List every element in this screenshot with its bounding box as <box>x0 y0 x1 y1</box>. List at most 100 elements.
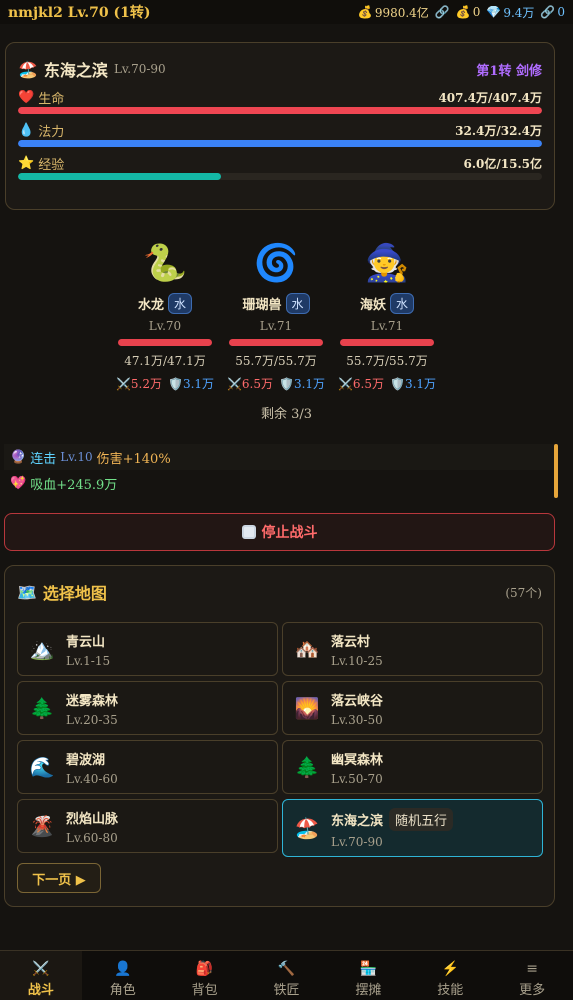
element-badge: 水 <box>285 292 310 314</box>
log-scrollbar[interactable] <box>554 444 558 498</box>
beach-icon: 🏖️ <box>18 59 38 79</box>
zone-level-range: Lv.70-90 <box>113 62 166 76</box>
element-badge: 水 <box>168 292 193 314</box>
hammer-icon: 🔨 <box>277 961 296 977</box>
enemy-card[interactable]: 🐍 水龙水 Lv.70 47.1万/47.1万 ⚔️5.2万 🛡️3.1万 <box>110 238 220 392</box>
exp-bar-row: ⭐ 经验 6.0亿/15.5亿 <box>18 153 542 180</box>
money-bag-icon: 💰 <box>455 5 471 19</box>
map-icon: 🗺️ <box>17 582 37 602</box>
top-status-bar: nmjkl2 Lv.70 (1转) 💰 9980.4亿 🔗 💰 0 💎 9.4万 🔗 0 <box>0 0 573 24</box>
element-badge: 水 <box>390 292 415 314</box>
map-item-selected[interactable]: 🏖️ 东海之滨 随机五行 Lv.70-90 <box>282 799 543 857</box>
nav-blacksmith[interactable]: 🔨 铁匠 <box>246 951 328 1000</box>
stop-battle-button[interactable]: 停止战斗 <box>4 513 555 551</box>
swirl-icon: 🌀 <box>253 243 299 284</box>
droplet-icon: 💧 <box>18 122 35 138</box>
nav-more[interactable]: ≡ 更多 <box>491 951 573 1000</box>
enemy-attack: 6.5万 <box>241 377 273 391</box>
enemy-name: 海妖 <box>359 297 386 313</box>
nav-skills[interactable]: ⚡ 技能 <box>409 951 491 1000</box>
enemy-level: Lv.71 <box>259 319 293 333</box>
map-select-header: 🗺️ 选择地图 (57个) <box>17 580 542 604</box>
map-item[interactable]: 🌄 落云峡谷 Lv.30-50 <box>282 681 543 735</box>
map-select-title: 选择地图 <box>42 584 107 603</box>
enemy-name: 珊瑚兽 <box>242 297 282 313</box>
enemy-hp-bar <box>340 339 434 346</box>
shield-icon: 🛡️ <box>390 377 405 391</box>
heart-icon: ❤️ <box>18 89 35 105</box>
map-item[interactable]: 🌋 烈焰山脉 Lv.60-80 <box>17 799 278 853</box>
tree-icon: 🌲 <box>294 755 320 779</box>
map-item[interactable]: 🏘️ 落云村 Lv.10-25 <box>282 622 543 676</box>
enemy-hp: 55.7万/55.7万 <box>235 354 317 368</box>
enemy-card[interactable]: 🌀 珊瑚兽水 Lv.71 55.7万/55.7万 ⚔️6.5万 🛡️3.1万 <box>221 238 331 392</box>
person-icon: 👤 <box>114 961 132 977</box>
log-line: 💖 吸血+245.9万 <box>4 470 556 496</box>
nav-stall[interactable]: 🏪 摆摊 <box>327 951 409 1000</box>
mountain-icon: 🏔️ <box>29 637 55 661</box>
enemy-defense: 3.1万 <box>182 377 215 391</box>
map-count: (57个) <box>505 585 542 600</box>
nav-character[interactable]: 👤 角色 <box>82 951 164 1000</box>
enemy-list: 🐍 水龙水 Lv.70 47.1万/47.1万 ⚔️5.2万 🛡️3.1万 🌀 珊… <box>0 238 573 423</box>
lifesteal-text: 吸血+245.9万 <box>30 477 118 493</box>
enemy-defense: 3.1万 <box>293 377 326 391</box>
shield-icon: 🛡️ <box>168 377 183 391</box>
mp-value: 32.4万/32.4万 <box>455 123 542 138</box>
gem-stat: 💎 9.4万 <box>486 5 535 20</box>
backpack-icon: 🎒 <box>195 961 214 977</box>
zone-name: 东海之滨 <box>43 61 108 80</box>
tree-icon: 🌲 <box>29 696 55 720</box>
log-line: 🔮 连击 Lv.10 伤害+140% <box>4 444 556 470</box>
enemy-name: 水龙 <box>137 297 164 313</box>
chain-icon: 🔗 <box>434 5 450 19</box>
map-select-panel: 🗺️ 选择地图 (57个) 🏔️ 青云山 Lv.1-15 🏘️ 落云村 Lv.10-25… <box>4 565 555 907</box>
nav-backpack[interactable]: 🎒 背包 <box>164 951 246 1000</box>
swords-icon: ⚔️ <box>115 377 131 391</box>
enemy-level: Lv.70 <box>148 319 182 333</box>
hp-bar-row: ❤️ 生命 407.4万/407.4万 <box>18 87 542 114</box>
sunset-icon: 🌄 <box>294 696 320 720</box>
shop-icon: 🏪 <box>359 961 378 977</box>
map-item[interactable]: 🌲 迷雾森林 Lv.20-35 <box>17 681 278 735</box>
player-name-level: nmjkl2 Lv.70 (1转) <box>8 5 151 21</box>
snake-icon: 🐍 <box>142 243 188 284</box>
chain-stat-2: 🔗 0 <box>540 5 565 19</box>
exp-bar <box>18 173 542 180</box>
enemy-attack: 5.2万 <box>130 377 162 391</box>
map-item[interactable]: 🌲 幽冥森林 Lv.50-70 <box>282 740 543 794</box>
shield-icon: 🛡️ <box>279 377 294 391</box>
lightning-icon: ⚡ <box>441 961 459 977</box>
chain-stat: 🔗 <box>435 5 450 19</box>
star-icon: ⭐ <box>18 155 35 171</box>
map-item[interactable]: 🌊 碧波湖 Lv.40-60 <box>17 740 278 794</box>
nav-battle[interactable]: ⚔️ 战斗 <box>0 951 82 1000</box>
enemy-card[interactable]: 🧙 海妖水 Lv.71 55.7万/55.7万 ⚔️6.5万 🛡️3.1万 <box>332 238 442 392</box>
enemy-hp-bar <box>229 339 323 346</box>
volcano-icon: 🌋 <box>29 814 55 838</box>
zone-status-panel: 🏖️ 东海之滨 Lv.70-90 第1转 剑修 ❤️ 生命 407.4万/407.4… <box>5 42 555 210</box>
hp-bar <box>18 107 542 114</box>
map-item[interactable]: 🏔️ 青云山 Lv.1-15 <box>17 622 278 676</box>
class-label: 第1转 剑修 <box>476 63 542 79</box>
mp-bar <box>18 140 542 147</box>
witch-icon: 🧙 <box>364 243 410 284</box>
battle-log[interactable]: 🔮 连击 Lv.10 伤害+140% 💖 吸血+245.9万 <box>4 444 558 502</box>
enemy-hp: 55.7万/55.7万 <box>346 354 428 368</box>
remaining-count: 剩余 3/3 <box>260 407 313 422</box>
mp-bar-row: 💧 法力 32.4万/32.4万 <box>18 120 542 147</box>
enemy-level: Lv.71 <box>370 319 404 333</box>
village-icon: 🏘️ <box>294 637 320 661</box>
enemy-hp: 47.1万/47.1万 <box>124 354 206 368</box>
swords-icon: ⚔️ <box>32 961 50 977</box>
bottom-nav: ⚔️ 战斗 👤 角色 🎒 背包 🔨 铁匠 🏪 摆摊 ⚡ 技能 ≡ 更多 <box>0 950 573 1000</box>
exp-value: 6.0亿/15.5亿 <box>463 156 543 171</box>
combo-skill-level: Lv.10 <box>60 450 93 464</box>
enemy-defense: 3.1万 <box>404 377 437 391</box>
swords-icon: ⚔️ <box>337 377 353 391</box>
menu-icon: ≡ <box>526 961 538 977</box>
enemy-hp-bar <box>118 339 212 346</box>
next-page-button[interactable]: 下一页 ▶ <box>17 863 101 893</box>
random-element-tag: 随机五行 <box>389 807 454 831</box>
gem-icon: 💎 <box>486 5 502 19</box>
